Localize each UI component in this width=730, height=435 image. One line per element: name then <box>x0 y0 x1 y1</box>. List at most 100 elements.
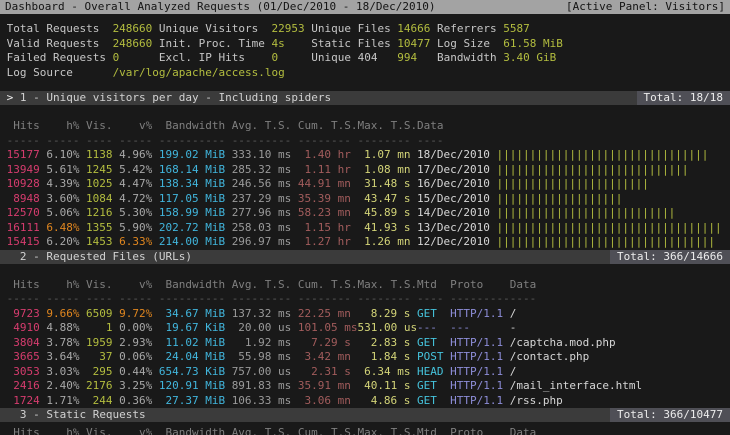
panel-static-requests: 3 - Static Requests Total: 366/10477 Hit… <box>0 408 730 435</box>
requested-files-row-1[interactable]: 49104.88%10.00%19.67 KiB20.00 us101.05 m… <box>0 321 730 336</box>
requested-files-row-3[interactable]: 36653.64%370.06%24.04 MiB55.98 ms3.42 mn… <box>0 350 730 365</box>
separator-dashes: --------- <box>232 292 292 307</box>
panel-header-visitors[interactable]: > 1 - Unique visitors per day - Includin… <box>0 91 730 105</box>
panel-title-visitors: 1 - Unique visitors per day - Including … <box>20 91 331 105</box>
cell-vpct: 5.90% <box>119 221 152 236</box>
cell-hits: 13949 <box>7 163 40 178</box>
cell-avg: 55.98 ms <box>232 350 292 365</box>
column-header-avg: Avg. T.S. <box>232 278 292 293</box>
cell-hpct: 3.64% <box>46 350 79 365</box>
summary-value: 3.40 GiB <box>503 51 556 66</box>
cell-avg: 20.00 us <box>232 321 292 336</box>
cell-vis: 6509 <box>86 307 112 322</box>
panel-header-requested-files[interactable]: 2 - Requested Files (URLs) Total: 366/14… <box>0 250 730 264</box>
cell-bw: 34.67 MiB <box>159 307 225 322</box>
cell-hpct: 9.66% <box>46 307 79 322</box>
summary-value: 14666 <box>397 22 437 37</box>
visitors-row-6[interactable]: 154156.20%14536.33%214.00 MiB296.97 ms1.… <box>0 235 730 250</box>
panel-title-requested-files: 2 - Requested Files (URLs) <box>20 250 192 264</box>
requested-files-row-6[interactable]: 17241.71%2440.36%27.37 MiB106.33 ms3.06 … <box>0 394 730 409</box>
cell-vpct: 2.93% <box>119 336 152 351</box>
requested-files-row-5[interactable]: 24162.40%21763.25%120.91 MiB891.83 ms35.… <box>0 379 730 394</box>
panel-visitors: > 1 - Unique visitors per day - Includin… <box>0 91 730 250</box>
cell-avg: 106.33 ms <box>232 394 292 409</box>
panel-requested-files: 2 - Requested Files (URLs) Total: 366/14… <box>0 250 730 409</box>
cell-vpct: 3.25% <box>119 379 152 394</box>
requested-files-row-2[interactable]: 38043.78%19592.93%11.02 MiB1.92 ms7.29 s… <box>0 336 730 351</box>
cell-proto: HTTP/1.1 <box>450 336 503 351</box>
cell-hits: 16111 <box>7 221 40 236</box>
visitors-bar: ||||||||||||||||||||||||||| <box>497 206 676 221</box>
summary-label: Unique 404 <box>311 51 397 66</box>
cell-max: 1.84 s <box>357 350 410 365</box>
cell-cum: 1.27 hr <box>298 235 351 250</box>
cell-data: / <box>510 365 517 380</box>
static-requests-table: Hitsh%Vis.v%BandwidthAvg. T.S.Cum. T.S.M… <box>0 422 730 435</box>
cell-vis: 1355 <box>86 221 112 236</box>
cell-max: 40.11 s <box>357 379 410 394</box>
cell-data: - <box>510 321 517 336</box>
cell-vpct: 9.72% <box>119 307 152 322</box>
summary-line: Log Source/var/log/apache/access.log <box>0 66 730 81</box>
visitors-row-2[interactable]: 109284.39%10254.47%138.34 MiB246.56 ms44… <box>0 177 730 192</box>
column-header-cum: Cum. T.S. <box>298 278 351 293</box>
cell-mtd: GET <box>417 307 443 322</box>
cell-data: 12/Dec/2010 <box>417 235 490 250</box>
separator-dashes: -------- <box>357 292 410 307</box>
visitors-row-5[interactable]: 161116.48%13555.90%202.72 MiB258.03 ms1.… <box>0 221 730 236</box>
cell-max: 6.34 ms <box>357 365 410 380</box>
requested-files-row-0[interactable]: 97239.66%65099.72%34.67 MiB137.32 ms22.2… <box>0 307 730 322</box>
visitors-row-1[interactable]: 139495.61%12455.42%168.14 MiB285.32 ms1.… <box>0 163 730 178</box>
cell-hits: 1724 <box>7 394 40 409</box>
cell-cum: 22.25 mn <box>298 307 351 322</box>
cell-vpct: 5.42% <box>119 163 152 178</box>
cell-max: 1.08 mn <box>357 163 410 178</box>
summary-value: 61.58 MiB <box>503 37 563 52</box>
cell-max: 45.89 s <box>357 206 410 221</box>
summary-label: Log Size <box>437 37 503 52</box>
cell-avg: 285.32 ms <box>232 163 292 178</box>
cell-cum: 1.40 hr <box>298 148 351 163</box>
cell-max: 2.83 s <box>357 336 410 351</box>
summary-label: Failed Requests <box>7 51 113 66</box>
cell-data: 18/Dec/2010 <box>417 148 490 163</box>
cell-hits: 15177 <box>7 148 40 163</box>
column-header-vis: Vis. <box>86 119 112 134</box>
cell-data: 17/Dec/2010 <box>417 163 490 178</box>
cell-mtd: GET <box>417 336 443 351</box>
summary-line: Total Requests248660Unique Visitors22953… <box>0 22 730 37</box>
visitors-bar: |||||||||||||||||||||||||||||||||| <box>497 221 722 236</box>
visitors-row-0[interactable]: 151776.10%11384.96%199.02 MiB333.10 ms1.… <box>0 148 730 163</box>
cell-cum: 2.31 s <box>298 365 351 380</box>
column-header-vpct: v% <box>119 278 152 293</box>
cell-max: 531.00 us <box>357 321 410 336</box>
cell-cum: 58.23 mn <box>298 206 351 221</box>
column-header-proto: Proto <box>450 278 503 293</box>
column-header-cum: Cum. T.S. <box>298 426 351 435</box>
cell-mtd: GET <box>417 394 443 409</box>
summary-value: 0 <box>113 51 159 66</box>
requested-files-row-4[interactable]: 30533.03%2950.44%654.73 KiB757.00 us2.31… <box>0 365 730 380</box>
summary-value: 994 <box>397 51 437 66</box>
separator-dashes: -------- <box>298 134 351 149</box>
cell-max: 4.86 s <box>357 394 410 409</box>
cell-vis: 1216 <box>86 206 112 221</box>
cell-mtd: --- <box>417 321 443 336</box>
cell-bw: 168.14 MiB <box>159 163 225 178</box>
visitors-row-4[interactable]: 125705.06%12165.30%158.99 MiB277.96 ms58… <box>0 206 730 221</box>
column-header-hpct: h% <box>46 119 79 134</box>
cell-bw: 199.02 MiB <box>159 148 225 163</box>
cell-max: 1.26 mn <box>357 235 410 250</box>
cell-proto: HTTP/1.1 <box>450 379 503 394</box>
summary-value: 22953 <box>271 22 311 37</box>
cell-data: /rss.php <box>510 394 563 409</box>
panel-header-static-requests[interactable]: 3 - Static Requests Total: 366/10477 <box>0 408 730 422</box>
summary-value: 4s <box>271 37 311 52</box>
column-header-vis: Vis. <box>86 426 112 435</box>
visitors-row-3[interactable]: 89483.60%10844.72%117.05 MiB237.29 ms35.… <box>0 192 730 207</box>
separator-dashes: ---- <box>417 134 490 149</box>
cell-cum: 3.06 mn <box>298 394 351 409</box>
cell-avg: 333.10 ms <box>232 148 292 163</box>
cell-vpct: 0.44% <box>119 365 152 380</box>
active-panel-indicator: [Active Panel: Visitors] <box>566 0 725 14</box>
